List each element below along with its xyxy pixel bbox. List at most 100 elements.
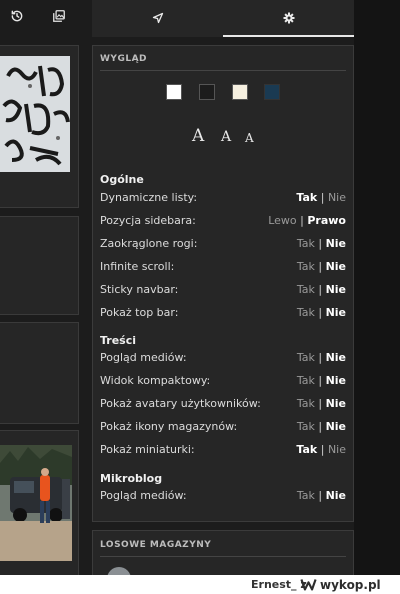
gear-icon (283, 9, 295, 28)
setting-row: Pozycja sidebara: Lewo | Prawo (100, 214, 346, 230)
setting-option-1[interactable]: Tak (297, 306, 315, 319)
option-separator: | (296, 214, 308, 227)
post-thumbnail[interactable] (0, 56, 70, 172)
setting-row: Pokaż top bar: Tak | Nie (100, 306, 346, 322)
setting-options: Tak | Nie (297, 260, 346, 273)
option-separator: | (314, 306, 326, 319)
setting-options: Tak | Nie (297, 420, 346, 433)
setting-option-2[interactable]: Nie (326, 306, 346, 319)
setting-row: Dynamiczne listy: Tak | Nie (100, 191, 346, 207)
option-separator: | (314, 374, 326, 387)
setting-label: Infinite scroll: (100, 260, 175, 273)
setting-label: Pokaż avatary użytkowników: (100, 397, 261, 410)
setting-label: Pogląd mediów: (100, 351, 187, 364)
font-size-large[interactable]: A (192, 126, 204, 146)
left-toolbar (0, 8, 78, 36)
theme-swatch-sepia[interactable] (232, 84, 248, 100)
setting-label: Pokaż miniaturki: (100, 443, 195, 456)
setting-option-2[interactable]: Nie (326, 260, 346, 273)
avatar[interactable] (107, 567, 131, 575)
setting-option-1[interactable]: Tak (297, 374, 315, 387)
post-card[interactable] (0, 45, 79, 208)
watermark-username: Ernest_ z (251, 578, 307, 591)
setting-option-1[interactable]: Tak (297, 260, 315, 273)
font-size-small[interactable]: A (245, 131, 254, 145)
setting-options: Tak | Nie (297, 374, 346, 387)
setting-option-1[interactable]: Tak (297, 420, 315, 433)
app-window: WYGLĄD A A A Ogólne Dynamiczne listy: Tak… (0, 0, 400, 575)
setting-row: Pogląd mediów: Tak | Nie (100, 489, 346, 505)
setting-label: Sticky navbar: (100, 283, 179, 296)
setting-options: Tak | Nie (296, 191, 346, 204)
watermark-brand: wykop.pl (320, 577, 381, 592)
setting-option-1[interactable]: Tak (297, 283, 315, 296)
setting-label: Pozycja sidebara: (100, 214, 196, 227)
setting-options: Tak | Nie (297, 351, 346, 364)
font-size-medium[interactable]: A (221, 129, 231, 145)
setting-option-2[interactable]: Nie (328, 191, 346, 204)
setting-option-1[interactable]: Tak (297, 351, 315, 364)
setting-label: Pokaż ikony magazynów: (100, 420, 238, 433)
post-card[interactable] (0, 322, 79, 424)
setting-options: Tak | Nie (297, 283, 346, 296)
setting-row: Infinite scroll: Tak | Nie (100, 260, 346, 276)
setting-options: Tak | Nie (297, 397, 346, 410)
panel-heading: LOSOWE MAGAZYNY (100, 540, 346, 557)
setting-label: Zaokrąglone rogi: (100, 237, 198, 250)
send-icon (152, 9, 164, 28)
setting-options: Tak | Nie (297, 489, 346, 502)
random-magazines-panel: LOSOWE MAGAZYNY (92, 530, 354, 575)
setting-label: Dynamiczne listy: (100, 191, 198, 204)
setting-row: Zaokrąglone rogi: Tak | Nie (100, 237, 346, 253)
setting-option-2[interactable]: Nie (326, 237, 346, 250)
setting-option-1[interactable]: Tak (297, 237, 315, 250)
option-separator: | (314, 260, 326, 273)
setting-options: Tak | Nie (297, 306, 346, 319)
setting-row: Widok kompaktowy: Tak | Nie (100, 374, 346, 390)
setting-options: Lewo | Prawo (268, 214, 346, 227)
theme-swatch-light[interactable] (166, 84, 182, 100)
setting-option-1[interactable]: Tak (297, 489, 315, 502)
setting-option-2[interactable]: Nie (326, 283, 346, 296)
history-icon[interactable] (10, 8, 32, 30)
setting-option-2[interactable]: Nie (326, 420, 346, 433)
watermark-bar: Ernest_ z wykop.pl (0, 575, 400, 594)
post-card[interactable] (0, 216, 79, 315)
setting-label: Pogląd mediów: (100, 489, 187, 502)
appearance-panel: WYGLĄD A A A Ogólne Dynamiczne listy: Tak… (92, 45, 354, 522)
tab-send[interactable] (92, 0, 223, 37)
setting-row: Pokaż avatary użytkowników: Tak | Nie (100, 397, 346, 413)
setting-option-1[interactable]: Lewo (268, 214, 296, 227)
setting-row: Pokaż miniaturki: Tak | Nie (100, 443, 346, 459)
setting-row: Pogląd mediów: Tak | Nie (100, 351, 346, 367)
post-thumbnail[interactable] (0, 445, 72, 561)
option-separator: | (317, 443, 328, 456)
wykop-logo-icon (300, 579, 317, 591)
setting-label: Widok kompaktowy: (100, 374, 211, 387)
wykop-logo: wykop.pl (300, 576, 381, 593)
section-title-general: Ogólne (100, 173, 144, 186)
option-separator: | (314, 397, 326, 410)
option-separator: | (314, 351, 326, 364)
setting-option-1[interactable]: Tak (296, 191, 317, 204)
setting-options: Tak | Nie (296, 443, 346, 456)
setting-row: Sticky navbar: Tak | Nie (100, 283, 346, 299)
theme-swatch-dark[interactable] (199, 84, 215, 100)
setting-option-2[interactable]: Nie (326, 374, 346, 387)
section-title-content: Treści (100, 334, 137, 347)
setting-option-2[interactable]: Nie (326, 397, 346, 410)
option-separator: | (314, 237, 326, 250)
option-separator: | (314, 489, 326, 502)
setting-option-2[interactable]: Nie (326, 489, 346, 502)
post-card[interactable] (0, 430, 79, 575)
panel-heading: WYGLĄD (100, 54, 346, 71)
tab-settings[interactable] (223, 0, 354, 37)
setting-row: Pokaż ikony magazynów: Tak | Nie (100, 420, 346, 436)
setting-option-1[interactable]: Tak (297, 397, 315, 410)
setting-option-2[interactable]: Prawo (307, 214, 346, 227)
setting-option-1[interactable]: Tak (296, 443, 317, 456)
setting-option-2[interactable]: Nie (326, 351, 346, 364)
theme-swatch-blue[interactable] (264, 84, 280, 100)
setting-option-2[interactable]: Nie (328, 443, 346, 456)
gallery-icon[interactable] (52, 8, 74, 30)
